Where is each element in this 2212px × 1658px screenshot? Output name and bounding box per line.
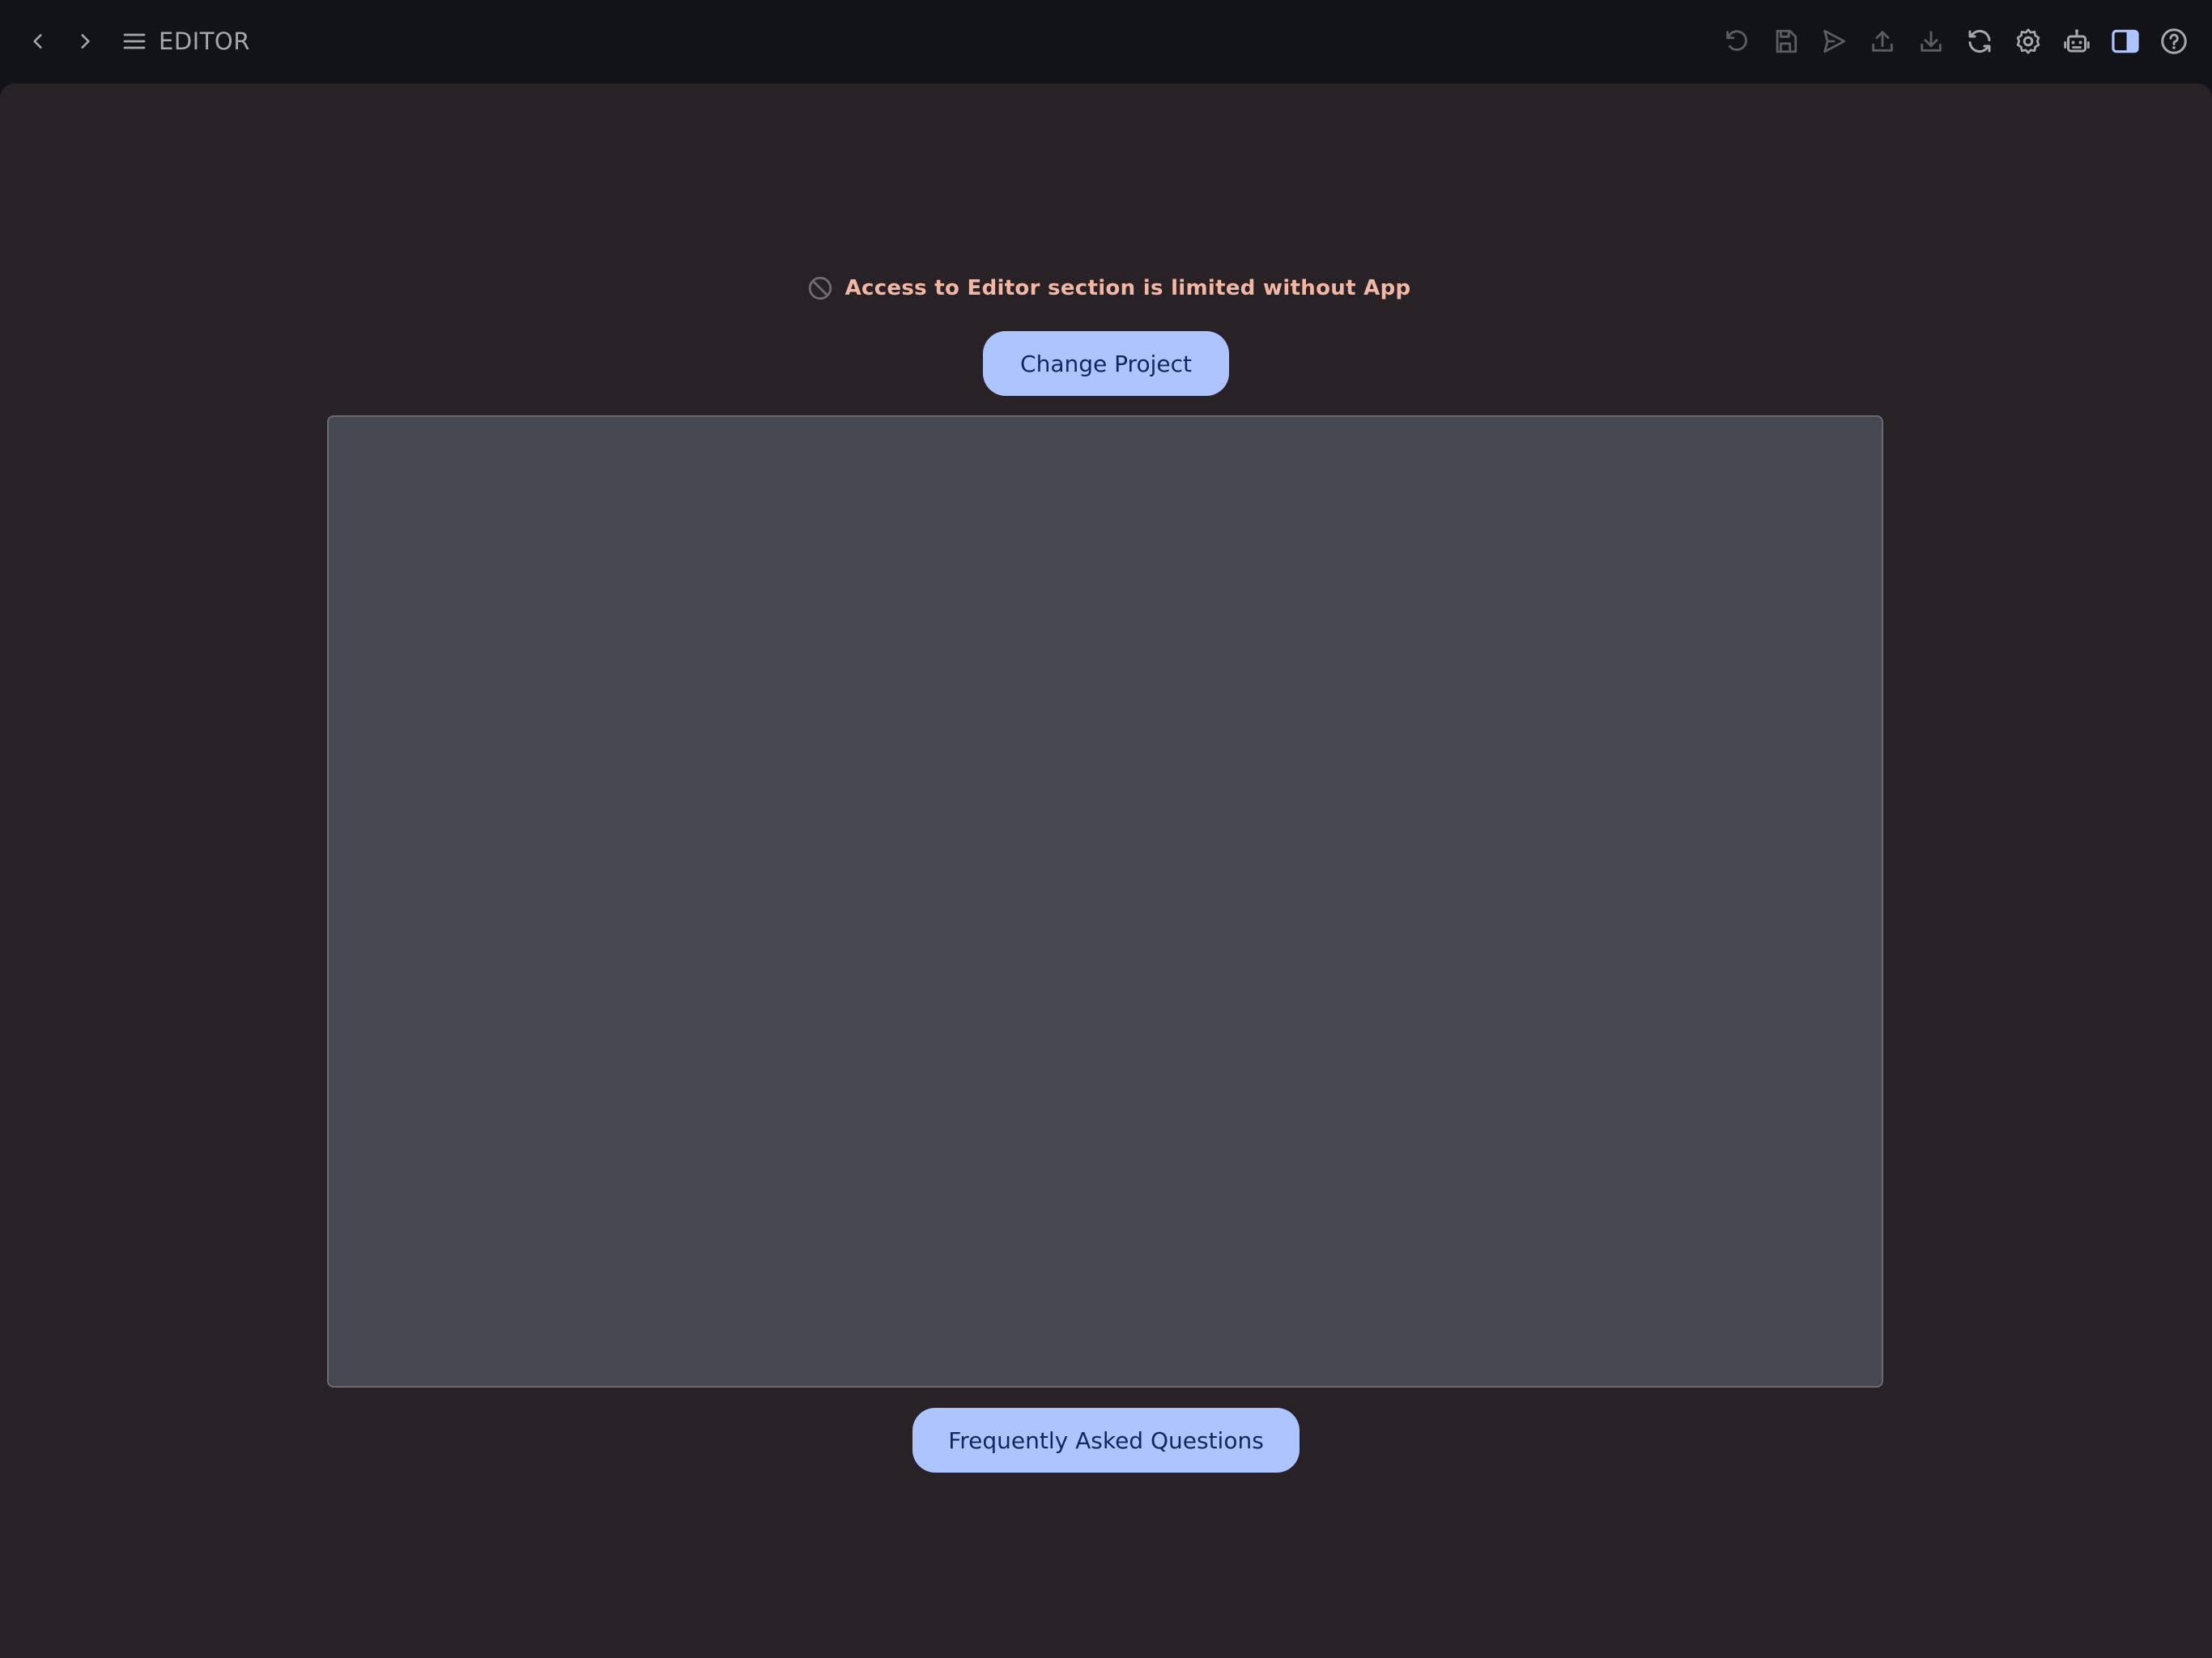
send-button[interactable] [1814, 21, 1854, 62]
menu-button[interactable] [114, 21, 155, 62]
refresh-icon [1968, 29, 1991, 53]
forward-button[interactable] [65, 21, 105, 62]
settings-gear-icon [2016, 28, 2040, 54]
refresh-button[interactable] [1959, 21, 2000, 62]
panel-toggle-button[interactable] [2105, 21, 2146, 62]
settings-button[interactable] [2008, 21, 2048, 62]
notice-text: Access to Editor section is limited with… [844, 276, 1411, 300]
faq-button[interactable]: Frequently Asked Questions [912, 1408, 1300, 1473]
download-icon [1921, 31, 1942, 52]
top-bar: EDITOR [0, 0, 2212, 83]
page-title: EDITOR [159, 28, 250, 55]
help-icon [2161, 28, 2187, 54]
download-button[interactable] [1911, 21, 1951, 62]
save-button[interactable] [1765, 21, 1806, 62]
save-icon [1776, 29, 1797, 53]
assistant-button[interactable] [2057, 21, 2097, 62]
chevron-left-icon [33, 34, 42, 49]
editor-preview-panel [327, 415, 1883, 1388]
panel-toggle-icon [2112, 29, 2139, 53]
undo-icon [1726, 30, 1747, 51]
upload-button[interactable] [1862, 21, 1903, 62]
chevron-right-icon [81, 34, 90, 49]
back-button[interactable] [18, 21, 58, 62]
undo-button[interactable] [1716, 21, 1757, 62]
change-project-button[interactable]: Change Project [983, 331, 1229, 396]
blocked-icon [808, 276, 832, 300]
send-icon [1823, 29, 1846, 53]
hamburger-menu-icon [123, 33, 146, 49]
upload-icon [1872, 31, 1893, 52]
robot-icon [2064, 29, 2090, 53]
help-button[interactable] [2154, 21, 2194, 62]
access-notice: Access to Editor section is limited with… [0, 271, 2212, 305]
main-content: Access to Editor section is limited with… [0, 83, 2212, 1658]
